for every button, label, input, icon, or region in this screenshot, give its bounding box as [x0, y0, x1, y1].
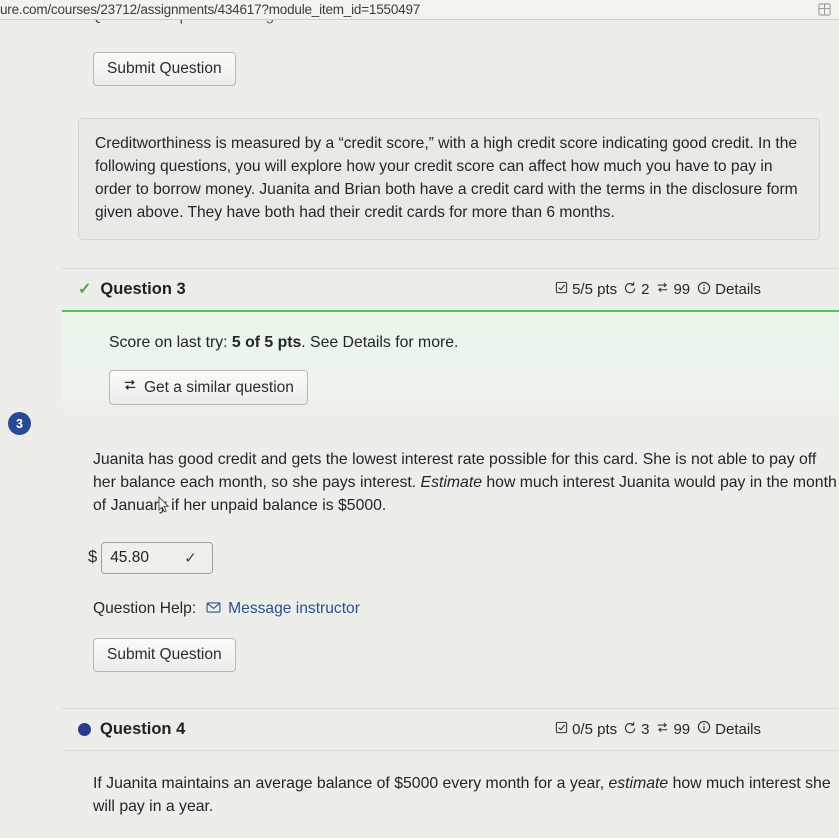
top-cut-help-row: Question Help: Message instructor — [0, 20, 839, 42]
question4-body-part1: If Juanita maintains an average balance … — [93, 774, 609, 792]
info-icon — [697, 281, 711, 299]
question4-versions-text: 99 — [673, 720, 691, 738]
question3-points: 5/5 pts — [555, 281, 617, 298]
question3-body: Juanita has good credit and gets the low… — [93, 449, 839, 518]
question3-body-emphasis: Estimate — [420, 474, 482, 492]
question3-versions: 99 — [656, 281, 690, 298]
get-similar-question-label: Get a similar question — [144, 378, 294, 396]
shuffle-icon — [656, 281, 669, 298]
retry-icon — [624, 721, 637, 738]
question4-meta: 0/5 pts 3 99 Details — [555, 720, 761, 738]
page-content: Question Help: Message instructor Submit… — [0, 20, 839, 838]
question3-header: ✓ Question 3 5/5 pts 2 99 Details — [0, 269, 761, 310]
top-message-instructor-link[interactable]: Message instructor — [201, 20, 351, 25]
shuffle-icon — [656, 721, 669, 738]
green-check-icon: ✓ — [78, 280, 92, 298]
get-similar-question-button[interactable]: Get a similar question — [109, 370, 308, 406]
question4-points-text: 0/5 pts — [572, 720, 618, 738]
question3-submit-wrap: Submit Question — [93, 637, 839, 672]
question3-help-row: Question Help: Message instructor — [93, 600, 839, 618]
question4-body-emphasis: estimate — [608, 774, 669, 792]
question4-details[interactable]: Details — [697, 720, 761, 738]
submit-question-button-top[interactable]: Submit Question — [93, 52, 236, 86]
question3-meta: 5/5 pts 2 99 Details — [555, 281, 761, 299]
question3-answer-box[interactable]: ✓ — [101, 541, 214, 574]
top-question-help-label: Question Help: — [90, 20, 193, 25]
grid-icon[interactable] — [818, 3, 831, 16]
clipboard-check-icon — [555, 721, 568, 738]
question3-answer-input[interactable] — [110, 548, 183, 567]
question3-score-line: Score on last try: 5 of 5 pts. See Detai… — [109, 334, 839, 352]
question4-attempts: 3 — [624, 721, 649, 738]
blue-dot-icon — [78, 722, 91, 736]
question3-score-panel: Score on last try: 5 of 5 pts. See Detai… — [62, 310, 839, 424]
question4-points: 0/5 pts — [555, 721, 617, 738]
score-value: 5 of 5 pts — [231, 334, 302, 352]
side-step-badge: 3 — [8, 412, 31, 435]
question3-currency-symbol: $ — [88, 548, 98, 567]
url-text[interactable]: ure.com/courses/23712/assignments/434617… — [0, 2, 420, 17]
envelope-icon — [201, 20, 216, 25]
score-prefix: Score on last try: — [109, 334, 228, 352]
retry-icon — [624, 281, 637, 298]
question3-points-text: 5/5 pts — [572, 281, 618, 299]
top-submit-wrap: Submit Question — [0, 42, 839, 86]
browser-toolbar-icons — [818, 0, 831, 19]
clipboard-check-icon — [555, 281, 568, 298]
browser-url-bar: ure.com/courses/23712/assignments/434617… — [0, 0, 839, 20]
question3-attempts: 2 — [624, 281, 649, 298]
question3-help-label: Question Help: — [93, 599, 197, 617]
question4-body: If Juanita maintains an average balance … — [93, 773, 839, 819]
preamble-box: Creditworthiness is measured by a “credi… — [78, 118, 820, 241]
question4-attempts-text: 3 — [641, 720, 650, 738]
top-message-instructor-text: Message instructor — [220, 20, 351, 24]
question3-versions-text: 99 — [673, 281, 691, 299]
question3-answer-row: $ ✓ — [88, 541, 839, 574]
shuffle-icon — [123, 378, 137, 397]
info-icon — [697, 720, 711, 738]
question3-message-instructor-link[interactable]: Message instructor — [206, 600, 360, 618]
question4-header: Question 4 0/5 pts 3 99 Details — [0, 709, 761, 750]
envelope-icon — [206, 600, 221, 618]
question3-title: Question 3 — [100, 280, 186, 299]
question3-message-instructor-text: Message instructor — [228, 599, 360, 617]
check-icon: ✓ — [184, 549, 197, 567]
submit-question-button-q3[interactable]: Submit Question — [93, 637, 236, 672]
question4-versions: 99 — [656, 721, 690, 738]
score-suffix: . See Details for more. — [301, 334, 459, 352]
question3-attempts-text: 2 — [641, 281, 650, 299]
question3-details-label: Details — [715, 281, 761, 299]
question4-title: Question 4 — [100, 719, 186, 738]
question4-details-label: Details — [715, 720, 761, 738]
question3-details[interactable]: Details — [697, 281, 761, 299]
question4-bottom-divider — [62, 749, 839, 751]
